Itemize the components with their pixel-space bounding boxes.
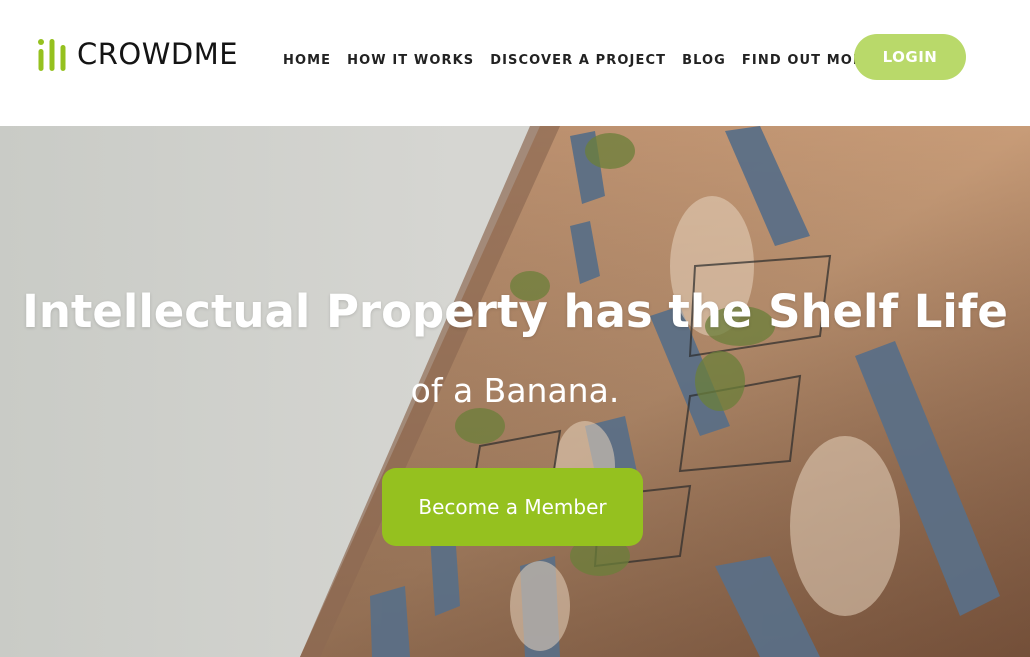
nav-link-how-it-works[interactable]: HOW IT WORKS bbox=[347, 53, 474, 68]
nav-item-home: HOME bbox=[283, 49, 331, 68]
nav-item-discover-project: DISCOVER A PROJECT bbox=[490, 49, 666, 68]
nav-link-blog[interactable]: BLOG bbox=[682, 53, 726, 68]
nav-link-home[interactable]: HOME bbox=[283, 53, 331, 68]
brand-name: CROWDME bbox=[77, 37, 239, 71]
bar-chart-logo-icon bbox=[38, 39, 66, 71]
nav-item-blog: BLOG bbox=[682, 49, 726, 68]
nav-link-discover-project[interactable]: DISCOVER A PROJECT bbox=[490, 53, 666, 68]
main-nav: HOME HOW IT WORKS DISCOVER A PROJECT BLO… bbox=[283, 47, 890, 69]
logo-link[interactable]: CROWDME bbox=[37, 36, 238, 72]
hero-title: Intellectual Property has the Shelf Life bbox=[22, 285, 1008, 338]
nav-item-how-it-works: HOW IT WORKS bbox=[347, 49, 474, 68]
login-button[interactable]: LOGIN bbox=[854, 34, 966, 80]
hero-subtitle: of a Banana. bbox=[410, 371, 620, 410]
hero-section: Intellectual Property has the Shelf Life… bbox=[0, 126, 1030, 657]
site-header: CROWDME HOME HOW IT WORKS DISCOVER A PRO… bbox=[0, 0, 1030, 126]
become-member-button[interactable]: Become a Member bbox=[382, 468, 643, 546]
